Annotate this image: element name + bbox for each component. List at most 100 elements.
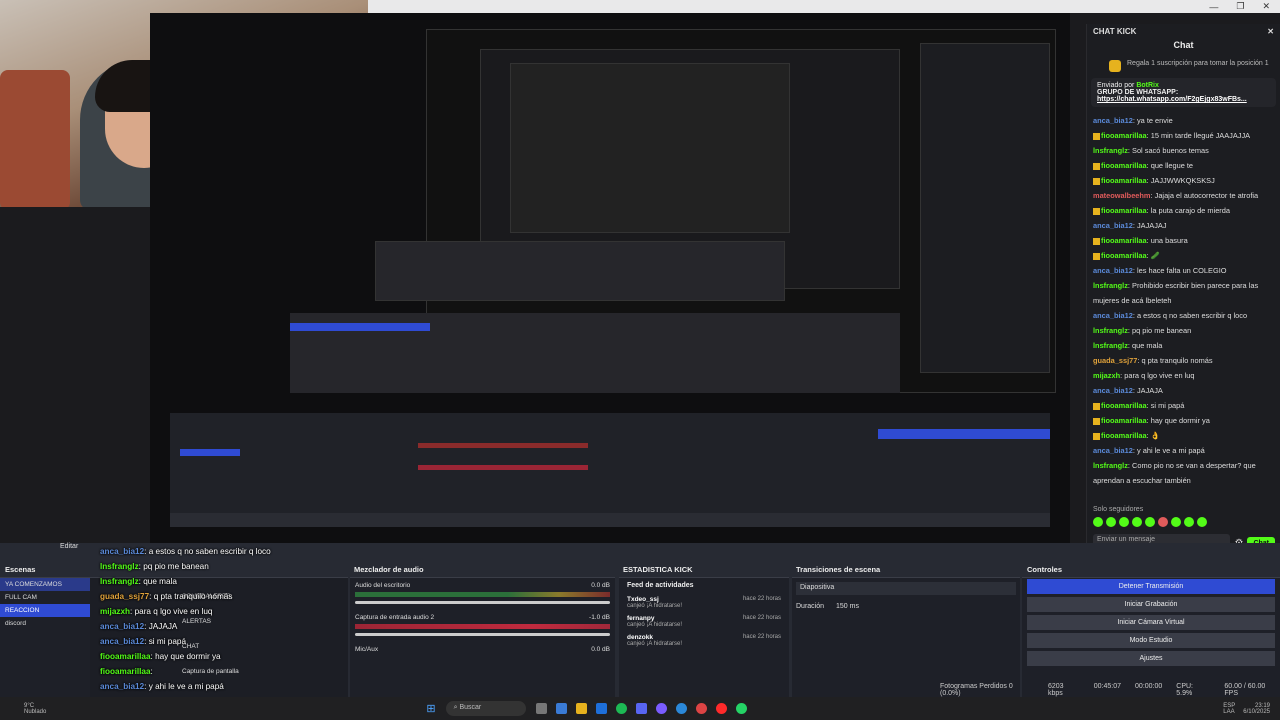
- discord-icon[interactable]: [635, 703, 647, 714]
- dropped-frames: Fotogramas Perdidos 0 (0.0%): [940, 683, 1013, 697]
- window-titlebar: — ❐ ✕: [368, 0, 1280, 13]
- obs-icon[interactable]: [655, 703, 667, 714]
- chat-text: q pta tranquilo nomás: [1141, 356, 1213, 365]
- controls-title: Controles: [1027, 565, 1063, 574]
- edge-icon[interactable]: [675, 703, 687, 714]
- chat-username[interactable]: fiooamarillaa: [1101, 416, 1147, 425]
- chat-username[interactable]: fiooamarillaa: [1101, 236, 1147, 245]
- stop-stream-button[interactable]: Detener Transmisión: [1027, 579, 1275, 594]
- app-icon[interactable]: [555, 703, 567, 714]
- chat-username[interactable]: lnsfranglz: [1093, 146, 1128, 155]
- cpu-usage: CPU: 5.9%: [1176, 683, 1194, 697]
- badge-icon: [1093, 177, 1100, 185]
- chat-username[interactable]: anca_bia12: [1093, 221, 1133, 230]
- volume-slider[interactable]: [355, 601, 610, 604]
- transitions-dock: Diapositiva Duración 150 ms: [792, 577, 1020, 697]
- chat-username[interactable]: anca_bia12: [1093, 266, 1133, 275]
- chat-username[interactable]: anca_bia12: [1093, 116, 1133, 125]
- stats-title: ESTADISTICA KICK: [623, 565, 693, 574]
- app-icon[interactable]: [595, 703, 607, 714]
- overlay-username: fiooamarillaa: [100, 652, 151, 661]
- chat-username[interactable]: lnsfranglz: [1093, 326, 1128, 335]
- volume-meter: [355, 624, 610, 629]
- duration-input[interactable]: 150 ms: [836, 603, 859, 610]
- opera-icon[interactable]: [715, 703, 727, 714]
- badge-icon: [1093, 417, 1100, 425]
- chat-message: anca_bia12: JAJAJA: [1093, 386, 1163, 395]
- scene-item[interactable]: REACCION: [0, 604, 90, 617]
- chat-message: anca_bia12: ya te envie: [1093, 116, 1173, 125]
- badge-icon: [1093, 132, 1100, 140]
- start-icon[interactable]: ⊞: [426, 702, 435, 715]
- overlay-username: anca_bia12: [100, 637, 145, 646]
- gift-sub-banner[interactable]: Regala 1 suscripción para tomar la posic…: [1109, 60, 1274, 72]
- chat-text: y ahi le ve a mi papá: [1136, 446, 1205, 455]
- chat-text: 👌: [1150, 431, 1160, 440]
- pinned-user: BotRix: [1136, 82, 1159, 89]
- virtual-camera-button[interactable]: Iniciar Cámara Virtual: [1027, 615, 1275, 630]
- search-box[interactable]: ⌕ Buscar: [445, 701, 526, 716]
- badge-icon: [1093, 237, 1100, 245]
- spotify-icon[interactable]: [615, 703, 627, 714]
- chat-text: hay que dormir ya: [1150, 416, 1210, 425]
- chat-message: mateowalbeehm: Jajaja el autocorrector t…: [1093, 191, 1259, 200]
- chrome-icon[interactable]: [695, 703, 707, 714]
- scene-item[interactable]: FULL CAM: [0, 591, 90, 604]
- overlay-message: lnsfranglz: que mala: [100, 574, 380, 589]
- edit-button[interactable]: Editar: [60, 543, 78, 550]
- overlay-text: : para q lgo vive en luq: [130, 607, 213, 616]
- chat-username[interactable]: fiooamarillaa: [1101, 431, 1147, 440]
- chat-username[interactable]: fiooamarillaa: [1101, 251, 1147, 260]
- chat-username[interactable]: lnsfranglz: [1093, 461, 1128, 470]
- chat-username[interactable]: fiooamarillaa: [1101, 161, 1147, 170]
- overlay-text: : que mala: [138, 577, 177, 586]
- activity-user: denzokk: [627, 634, 654, 641]
- settings-button[interactable]: Ajustes: [1027, 651, 1275, 666]
- chat-username[interactable]: guada_ssj77: [1093, 356, 1137, 365]
- chat-username[interactable]: mateowalbeehm: [1093, 191, 1151, 200]
- chat-username[interactable]: mijazxh: [1093, 371, 1120, 380]
- chat-username[interactable]: anca_bia12: [1093, 446, 1133, 455]
- chat-username[interactable]: fiooamarillaa: [1101, 176, 1147, 185]
- overlay-username: guada_ssj77: [100, 592, 150, 601]
- chat-message: fiooamarillaa: una basura: [1093, 233, 1274, 248]
- pinned-link[interactable]: https://chat.whatsapp.com/F2gEjgx83wFBs.…: [1097, 96, 1270, 103]
- close-icon[interactable]: ✕: [1267, 27, 1274, 36]
- search-icon: ⌕: [453, 704, 458, 711]
- studio-mode-button[interactable]: Modo Estudio: [1027, 633, 1275, 648]
- weather-widget[interactable]: 9°C Nublado: [24, 703, 46, 715]
- start-recording-button[interactable]: Iniciar Grabación: [1027, 597, 1275, 612]
- chat-message: fiooamarillaa: 👌: [1093, 428, 1274, 443]
- chat-username[interactable]: anca_bia12: [1093, 386, 1133, 395]
- app-icon[interactable]: [535, 703, 547, 714]
- mixer-channel: Audio del escritorio 0.0 dB: [350, 578, 615, 610]
- preview-canvas[interactable]: [150, 13, 1070, 543]
- pinned-message[interactable]: Enviado por BotRix GRUPO DE WHATSAPP: ht…: [1091, 78, 1276, 107]
- whatsapp-icon[interactable]: [735, 703, 747, 714]
- chat-username[interactable]: fiooamarillaa: [1101, 206, 1147, 215]
- mixer-channel: Mic/Aux 0.0 dB: [350, 642, 615, 659]
- chat-username[interactable]: lnsfranglz: [1093, 281, 1128, 290]
- transition-select[interactable]: Diapositiva: [796, 582, 1016, 595]
- pinned-by-label: Enviado por: [1097, 82, 1135, 89]
- badge-icon: [1093, 402, 1100, 410]
- emote-bar[interactable]: [1093, 517, 1207, 527]
- transitions-title: Transiciones de escena: [796, 565, 881, 574]
- folder-icon[interactable]: [575, 703, 587, 714]
- chat-username[interactable]: anca_bia12: [1093, 311, 1133, 320]
- scene-item[interactable]: discord: [0, 617, 90, 630]
- system-tray[interactable]: ESP LAA 23:19 6/10/2025: [1223, 703, 1270, 715]
- chat-username[interactable]: fiooamarillaa: [1101, 401, 1147, 410]
- scene-item[interactable]: YA COMENZAMOS: [0, 578, 90, 591]
- chat-message: fiooamarillaa: hay que dormir ya: [1093, 413, 1274, 428]
- volume-slider[interactable]: [355, 633, 610, 636]
- overlay-message: anca_bia12: y ahi le ve a mi papá: [100, 679, 380, 694]
- overlay-text: : y ahi le ve a mi papá: [144, 682, 224, 691]
- minimize-button[interactable]: —: [1209, 2, 1218, 12]
- maximize-button[interactable]: ❐: [1236, 1, 1244, 12]
- bitrate: 6203 kbps: [1047, 683, 1064, 697]
- activity-time: hace 22 horas: [742, 615, 781, 621]
- chat-username[interactable]: lnsfranglz: [1093, 341, 1128, 350]
- chat-username[interactable]: fiooamarillaa: [1101, 131, 1147, 140]
- close-button[interactable]: ✕: [1262, 1, 1270, 12]
